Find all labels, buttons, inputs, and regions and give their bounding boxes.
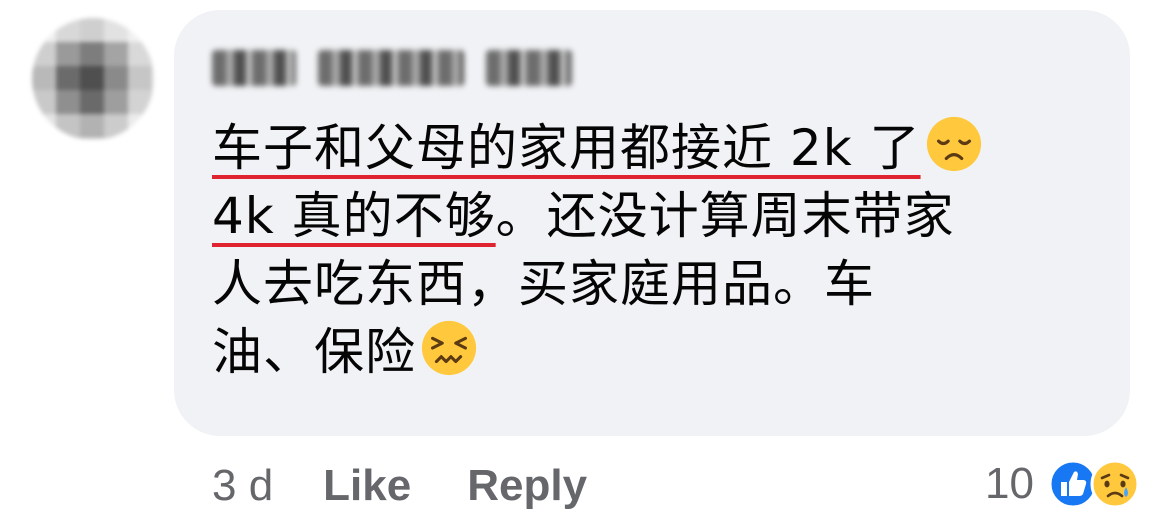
- comment-text-segment: 。还没计算周末带家: [495, 187, 955, 245]
- comment-actions: 3 d Like Reply: [212, 456, 643, 516]
- underlined-text: 车子和父母的家用都接近 2k 了: [212, 119, 921, 177]
- reaction-count: 10: [985, 459, 1034, 508]
- comment-screenshot: 车子和父母的家用都接近 2k 了 4k 真的不够。还没计算周末带家 人去吃东西，…: [0, 0, 1170, 522]
- redacted-word: [486, 50, 572, 86]
- comment-line-3: 人去吃东西，买家庭用品。车: [212, 250, 1092, 318]
- reply-button[interactable]: Reply: [467, 461, 587, 511]
- disappointed-face-icon: [926, 116, 981, 172]
- comment-line-4: 油、保险: [212, 318, 1092, 386]
- confounded-face-icon: [421, 320, 477, 376]
- redacted-word: [212, 50, 296, 86]
- redacted-word: [318, 50, 464, 86]
- author-avatar[interactable]: [32, 18, 154, 140]
- comment-body: 车子和父母的家用都接近 2k 了 4k 真的不够。还没计算周末带家 人去吃东西，…: [212, 114, 1092, 386]
- comment-line-2: 4k 真的不够。还没计算周末带家: [212, 182, 1092, 250]
- comment-timestamp[interactable]: 3 d: [212, 461, 273, 511]
- sad-reaction-icon: [1090, 459, 1140, 509]
- author-name-redacted[interactable]: [212, 50, 572, 92]
- like-button[interactable]: Like: [323, 461, 411, 511]
- comment-text-segment: 人去吃东西，买家庭用品。车: [212, 255, 875, 313]
- comment-text-segment: 油、保险: [212, 323, 416, 381]
- underlined-text: 4k 真的不够: [212, 187, 496, 245]
- comment-bubble: 车子和父母的家用都接近 2k 了 4k 真的不够。还没计算周末带家 人去吃东西，…: [174, 10, 1130, 436]
- reaction-summary[interactable]: 10: [985, 452, 1140, 516]
- comment-line-1: 车子和父母的家用都接近 2k 了: [212, 114, 1092, 182]
